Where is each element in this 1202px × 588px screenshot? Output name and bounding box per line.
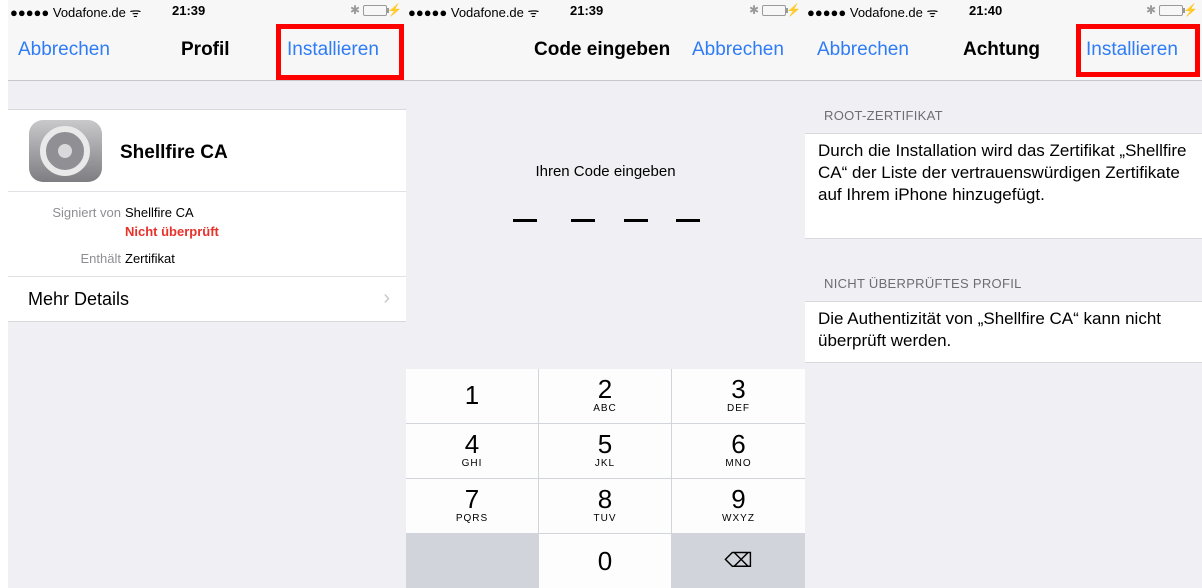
key-5[interactable]: 5 JKL: [539, 424, 671, 478]
chevron-right-icon: ›: [383, 287, 390, 309]
contains-value: Zertifikat: [125, 251, 175, 266]
status-bar: ●●●●● Vodafone.de ᯤ 21:39 ✱ ⚡: [8, 0, 406, 22]
delete-key[interactable]: ⌫: [672, 534, 805, 588]
code-digit-slot: [571, 219, 595, 222]
cancel-button[interactable]: Abbrechen: [18, 39, 110, 61]
signed-by-value: Shellfire CA: [125, 205, 194, 220]
key-9[interactable]: 9 WXYZ: [672, 479, 805, 533]
carrier-label: ●●●●● Vodafone.de ᯤ: [408, 5, 540, 20]
battery-icon: ✱ ⚡: [1145, 3, 1198, 17]
clock: 21:40: [969, 3, 1003, 18]
root-certificate-text: Durch die Installation wird das Zertifik…: [805, 133, 1202, 239]
settings-gear-icon: [29, 120, 102, 182]
status-bar: ●●●●● Vodafone.de ᯤ 21:40 ✱ ⚡: [805, 0, 1202, 22]
passcode-screen: ●●●●● Vodafone.de ᯤ 21:39 ✱ ⚡ Code eingeb…: [406, 0, 805, 588]
code-digit-slot: [624, 219, 648, 222]
key-8[interactable]: 8 TUV: [539, 479, 671, 533]
key-2[interactable]: 2 ABC: [539, 369, 671, 423]
clock: 21:39: [570, 3, 604, 18]
verification-status: Nicht überprüft: [125, 224, 219, 239]
key-1[interactable]: 1: [406, 369, 538, 423]
code-prompt: Ihren Code eingeben: [535, 163, 676, 180]
signed-by-label: Signiert von: [52, 205, 121, 220]
profile-screen: ●●●●● Vodafone.de ᯤ 21:39 ✱ ⚡ Abbrechen P…: [8, 0, 406, 588]
warning-screen: ●●●●● Vodafone.de ᯤ 21:40 ✱ ⚡ Abbrechen A…: [805, 0, 1202, 588]
section-header-unverified-profile: NICHT ÜBERPRÜFTES PROFIL: [824, 276, 1022, 291]
page-title: Achtung: [963, 39, 1041, 60]
highlight-box: [276, 24, 404, 80]
battery-icon: ✱ ⚡: [748, 3, 801, 17]
section-header-root-certificate: ROOT-ZERTIFIKAT: [824, 108, 943, 123]
battery-icon: ✱ ⚡: [349, 3, 402, 17]
contains-label: Enthält: [80, 251, 121, 266]
more-details-row[interactable]: Mehr Details ›: [8, 277, 406, 321]
code-digit-slot: [513, 219, 537, 222]
key-6[interactable]: 6 MNO: [672, 424, 805, 478]
page-title: Code eingeben: [534, 39, 671, 60]
key-3[interactable]: 3 DEF: [672, 369, 805, 423]
code-digit-slot: [676, 219, 700, 222]
profile-card: Shellfire CA Signiert von Shellfire CA N…: [8, 109, 406, 322]
profile-name: Shellfire CA: [120, 142, 228, 163]
cancel-button[interactable]: Abbrechen: [817, 39, 909, 61]
key-4[interactable]: 4 GHI: [406, 424, 538, 478]
backspace-icon: ⌫: [724, 550, 753, 572]
cancel-button[interactable]: Abbrechen: [692, 39, 784, 61]
more-details-label: Mehr Details: [28, 289, 130, 309]
carrier-label: ●●●●● Vodafone.de ᯤ: [10, 5, 142, 20]
numeric-keypad: 1 2 ABC 3 DEF 4 GHI 5 JKL 6 MNO 7 PQRS 8 TUV 9W…: [406, 369, 805, 588]
carrier-label: ●●●●● Vodafone.de ᯤ: [807, 5, 939, 20]
navigation-bar: Code eingeben Abbrechen: [406, 22, 805, 81]
empty-key: [406, 534, 538, 588]
key-7[interactable]: 7 PQRS: [406, 479, 538, 533]
unverified-profile-text: Die Authentizität von „Shellfire CA“ kan…: [805, 301, 1202, 363]
key-0[interactable]: 0: [539, 534, 671, 588]
page-title: Profil: [181, 39, 230, 60]
highlight-box: [1076, 24, 1200, 77]
status-bar: ●●●●● Vodafone.de ᯤ 21:39 ✱ ⚡: [406, 0, 805, 22]
clock: 21:39: [172, 3, 206, 18]
